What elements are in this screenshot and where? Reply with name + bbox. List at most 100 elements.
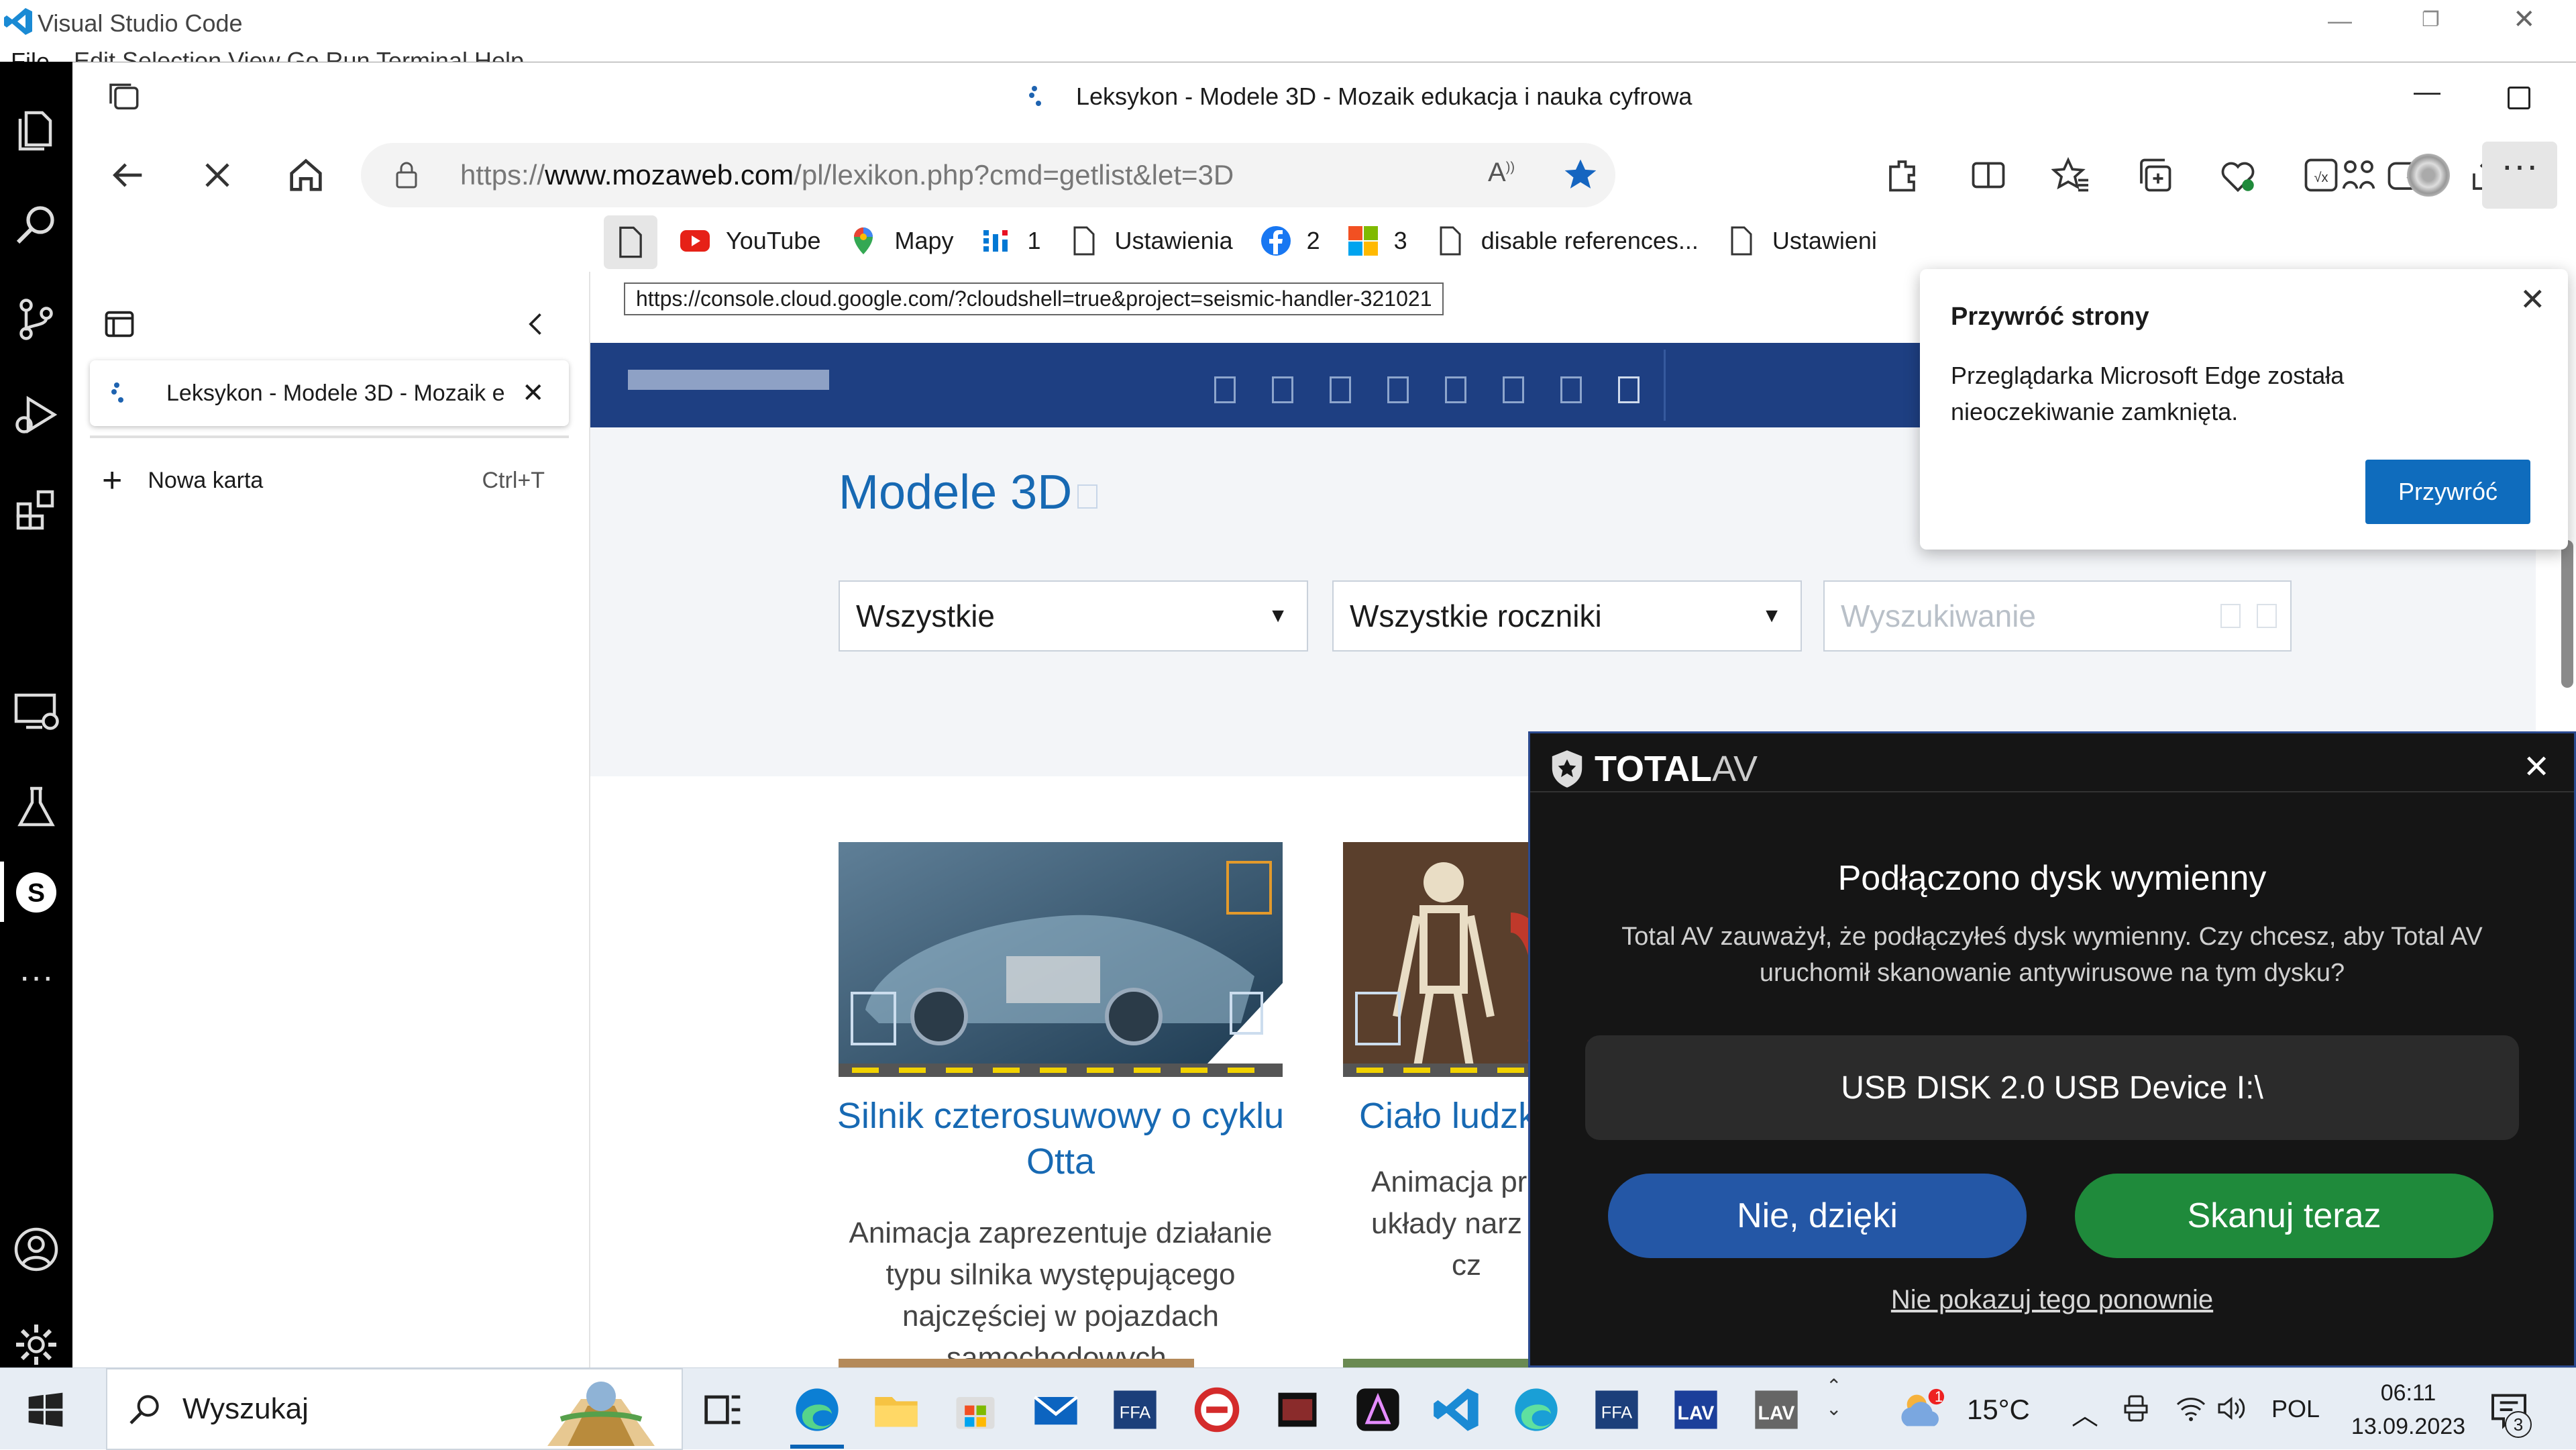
favorite-1[interactable]: 1	[981, 225, 1041, 257]
page-scrollbar-thumb[interactable]	[2561, 540, 2573, 688]
subject-select[interactable]: Wszystkie ▼	[839, 580, 1308, 652]
mozaik-favicon-icon	[107, 380, 134, 407]
address-bar[interactable]: https://www.mozaweb.com/pl/lexikon.php?c…	[361, 143, 1615, 207]
lock-icon[interactable]	[390, 159, 423, 191]
stop-loading-icon[interactable]	[196, 154, 239, 197]
dont-show-again-link[interactable]: Nie pokazuj tego ponownie	[1530, 1285, 2574, 1315]
totalav-close-icon[interactable]: ✕	[2523, 748, 2550, 786]
nav-placeholder-icon[interactable]	[1214, 376, 1236, 403]
windows-start-icon[interactable]	[20, 1384, 71, 1435]
vscode-taskbar-icon[interactable]	[1432, 1384, 1483, 1435]
ffa-app-icon[interactable]: FFA	[1110, 1384, 1161, 1435]
edge-minimize-button[interactable]: —	[2414, 77, 2440, 107]
nav-placeholder-icon[interactable]	[1618, 376, 1640, 403]
explorer-icon[interactable]	[12, 105, 60, 153]
edge-maximize-button[interactable]	[2508, 87, 2530, 109]
settings-gear-icon[interactable]	[12, 1320, 60, 1369]
nav-placeholder-icon[interactable]	[1330, 376, 1351, 403]
wifi-icon[interactable]	[2174, 1392, 2208, 1425]
home-icon[interactable]	[284, 154, 327, 197]
extensions-puzzle-icon[interactable]	[1884, 155, 1924, 195]
nav-placeholder-icon[interactable]	[1272, 376, 1293, 403]
no-thanks-button[interactable]: Nie, dzięki	[1608, 1174, 2027, 1258]
placeholder-glyph	[1077, 484, 1098, 509]
favorite-ustawienia[interactable]: Ustawienia	[1068, 225, 1233, 257]
accounts-icon[interactable]	[12, 1225, 60, 1274]
volume-icon[interactable]	[2214, 1392, 2249, 1425]
close-popup-icon[interactable]: ✕	[2520, 281, 2546, 317]
new-tab-button[interactable]: + Nowa karta Ctrl+T	[102, 457, 572, 504]
edge-dev-taskbar-icon[interactable]	[1511, 1384, 1562, 1435]
microsoft-store-icon[interactable]	[950, 1384, 1001, 1435]
url-text[interactable]: https://www.mozaweb.com/pl/lexikon.php?c…	[460, 159, 1234, 191]
vscode-menu-rest[interactable]: Edit Selection View Go Run Terminal Help	[74, 47, 624, 62]
minimize-button[interactable]: —	[2328, 7, 2352, 35]
favorite-2[interactable]: 2	[1260, 225, 1320, 257]
lav-app-icon[interactable]: LAV	[1670, 1384, 1721, 1435]
language-indicator[interactable]: POL	[2271, 1395, 2320, 1423]
device-icon[interactable]	[2120, 1392, 2152, 1425]
settings-more-button[interactable]: ···	[2482, 142, 2557, 209]
edge-taskbar-icon[interactable]	[792, 1384, 843, 1435]
favorite-mapy[interactable]: Mapy	[847, 225, 954, 257]
nav-placeholder-icon[interactable]	[1560, 376, 1582, 403]
math-solver-icon[interactable]: √x	[2301, 155, 2341, 195]
ffa-app-icon-2[interactable]: FFA	[1591, 1384, 1642, 1435]
performance-icon[interactable]	[2339, 155, 2379, 195]
favorite-star-icon[interactable]	[1562, 156, 1599, 194]
taskbar-search-box[interactable]: Wyszukaj	[106, 1368, 683, 1450]
tray-overflow-icon[interactable]: ︿	[2072, 1394, 2098, 1433]
active-tab[interactable]: Leksykon - Modele 3D - Mozaik edukacja i…	[1025, 83, 1692, 111]
search-highlight-illustration	[521, 1372, 682, 1446]
vpn-app-icon[interactable]	[1191, 1384, 1242, 1435]
lav-app-icon-2[interactable]: LAV	[1751, 1384, 1802, 1435]
scan-now-button[interactable]: Skanuj teraz	[2075, 1174, 2493, 1258]
source-control-icon[interactable]	[12, 295, 60, 344]
browser-essentials-icon[interactable]	[2218, 155, 2258, 195]
extensions-icon[interactable]	[12, 486, 60, 534]
facebook-icon	[1260, 225, 1292, 257]
card-image-engine[interactable]	[839, 842, 1283, 1077]
search-icon[interactable]	[12, 200, 60, 248]
testing-flask-icon[interactable]	[12, 782, 60, 831]
tab-actions-icon[interactable]	[106, 79, 144, 116]
close-tab-icon[interactable]: ✕	[522, 378, 545, 409]
restore-button[interactable]: ❐	[2422, 8, 2440, 32]
favorite-disable-references[interactable]: disable references...	[1434, 225, 1699, 257]
task-view-icon[interactable]	[698, 1384, 749, 1435]
more-icon[interactable]: ···	[12, 960, 60, 1012]
mail-icon[interactable]	[1030, 1384, 1081, 1435]
favorite-ustawieni[interactable]: Ustawieni	[1725, 225, 1877, 257]
restore-button[interactable]: Przywróć	[2365, 460, 2530, 524]
clock[interactable]: 06:11 13.09.2023	[2334, 1376, 2482, 1443]
collections-icon[interactable]	[2135, 155, 2175, 195]
run-debug-icon[interactable]	[12, 391, 60, 439]
nav-placeholder-icon[interactable]	[1503, 376, 1524, 403]
split-screen-icon[interactable]	[1968, 155, 2008, 195]
nav-placeholder-icon[interactable]	[1387, 376, 1409, 403]
remote-explorer-icon[interactable]	[12, 687, 60, 735]
divider	[90, 435, 569, 438]
nav-placeholder-icon[interactable]	[1445, 376, 1466, 403]
media-app-icon[interactable]	[1272, 1384, 1323, 1435]
favorites-icon[interactable]	[2051, 155, 2092, 195]
taskbar-scroll-arrows[interactable]: ⌃ ⌄	[1826, 1375, 1841, 1420]
collapse-panel-icon[interactable]	[522, 309, 551, 339]
close-window-button[interactable]: ✕	[2513, 4, 2536, 35]
plus-icon: +	[102, 461, 123, 500]
tab-panel-icon[interactable]	[102, 307, 137, 342]
read-aloud-icon[interactable]: A))	[1488, 158, 1515, 188]
vertical-tab-item[interactable]: Leksykon - Modele 3D - Mozaik e ✕	[90, 360, 569, 426]
search-input[interactable]: Wyszukiwanie	[1823, 580, 2292, 652]
year-select[interactable]: Wszystkie roczniki ▼	[1332, 580, 1802, 652]
affinity-app-icon[interactable]	[1352, 1384, 1403, 1435]
back-icon[interactable]	[106, 154, 149, 197]
favorite-youtube[interactable]: YouTube	[679, 225, 820, 257]
file-explorer-icon[interactable]	[871, 1384, 922, 1435]
card-title-engine[interactable]: Silnik czterosuwowy o cyklu Otta	[832, 1093, 1289, 1184]
page-icon-button[interactable]	[604, 215, 657, 269]
extension-s-icon[interactable]: S	[12, 868, 60, 917]
mozaik-favicon-icon	[1025, 83, 1052, 110]
profile-avatar[interactable]	[2407, 154, 2450, 197]
favorite-3[interactable]: 3	[1347, 225, 1407, 257]
